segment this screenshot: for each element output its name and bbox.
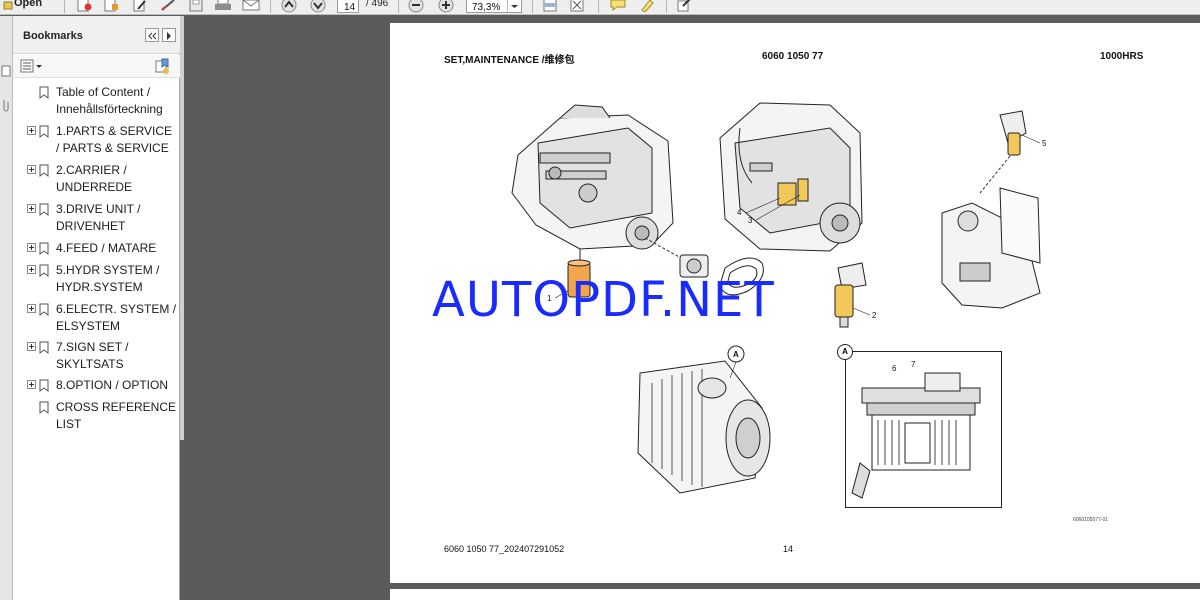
bookmark-icon <box>39 203 49 216</box>
bookmark-icon <box>39 125 49 138</box>
bookmark-label: 2.CARRIER / UNDERREDE <box>56 163 133 194</box>
toolbar-separator <box>532 0 533 13</box>
highlight-icon[interactable] <box>636 0 658 14</box>
bookmarks-header: Bookmarks <box>13 16 180 54</box>
expand-icon[interactable] <box>27 165 36 174</box>
fuel-filter-2 <box>834 262 867 328</box>
expand-icon[interactable] <box>27 380 36 389</box>
create-pdf-icon[interactable] <box>74 0 94 14</box>
svg-text:2: 2 <box>872 311 877 320</box>
svg-text:A: A <box>733 350 739 359</box>
fit-width-icon[interactable] <box>540 0 560 14</box>
toolbar-separator <box>598 0 599 13</box>
bookmark-icon <box>39 164 49 177</box>
email-icon[interactable] <box>240 0 262 14</box>
bookmark-label: 1.PARTS & SERVICE / PARTS & SERVICE <box>56 124 173 155</box>
bookmark-label: 4.FEED / MATARE <box>56 241 157 255</box>
print-icon[interactable] <box>212 0 234 14</box>
expand-icon[interactable] <box>27 243 36 252</box>
previous-page-icon[interactable] <box>279 0 299 14</box>
next-document-page <box>390 589 1200 600</box>
toolbar-separator <box>398 0 399 13</box>
expand-icon[interactable] <box>27 204 36 213</box>
comment-icon[interactable] <box>607 0 629 14</box>
bookmark-label: CROSS REFERENCE LIST <box>56 400 177 431</box>
expand-icon[interactable] <box>27 126 36 135</box>
chevron-down-icon[interactable] <box>507 0 521 12</box>
detail-a-frame <box>845 351 1002 508</box>
bookmark-icon <box>39 242 49 255</box>
new-bookmark-icon[interactable] <box>154 58 170 74</box>
toolbar-separator <box>64 0 65 13</box>
bookmarks-title: Bookmarks <box>23 30 83 42</box>
collapse-panel-icon[interactable] <box>145 28 159 42</box>
toolbar: Open 14 / 496 73,3% <box>0 0 1200 15</box>
panel-scrollbar[interactable] <box>180 16 184 440</box>
engine-drawing-center <box>719 102 863 252</box>
bookmark-label: 7.SIGN SET / SKYLTSATS <box>56 340 129 371</box>
air-cleaner-drawing <box>637 360 771 494</box>
svg-text:5: 5 <box>1042 139 1047 148</box>
engine-drawing-left <box>511 104 674 268</box>
zoom-out-icon[interactable] <box>406 0 426 14</box>
attachments-tab-icon[interactable] <box>1 98 11 117</box>
page-number-input[interactable]: 14 <box>337 0 359 13</box>
navigation-pane-strip <box>0 16 13 600</box>
expand-icon[interactable] <box>27 265 36 274</box>
detail-marker: A <box>837 344 853 360</box>
combine-icon[interactable] <box>101 0 121 14</box>
expand-icon[interactable] <box>27 342 36 351</box>
bookmarks-tab-icon[interactable] <box>1 64 11 82</box>
next-page-icon[interactable] <box>308 0 328 14</box>
footer-code: 6060 1050 77_202407291052 <box>444 544 565 554</box>
options-menu-icon[interactable] <box>20 59 44 74</box>
bookmark-icon <box>39 303 49 316</box>
bookmark-label: 3.DRIVE UNIT / DRIVENHET <box>56 202 141 233</box>
bookmarks-toolbar <box>13 55 180 78</box>
drawing-id: 6060105077-01 <box>1073 517 1109 523</box>
bookmark-icon <box>39 341 49 354</box>
open-button[interactable]: Open <box>14 0 42 9</box>
fit-page-icon[interactable] <box>567 0 587 14</box>
edit-icon[interactable] <box>130 0 150 14</box>
bookmark-label: 5.HYDR SYSTEM / HYDR.SYSTEM <box>56 263 160 294</box>
expand-icon[interactable] <box>27 304 36 313</box>
sensor-part <box>999 110 1027 156</box>
toolbar-separator <box>666 0 667 13</box>
cab-assembly <box>941 187 1041 309</box>
zoom-in-icon[interactable] <box>436 0 456 14</box>
watermark-text: AUTOPDF.NET <box>432 272 775 328</box>
open-icon[interactable] <box>2 0 14 14</box>
bookmark-icon <box>39 401 49 414</box>
toolbar-separator <box>270 0 271 13</box>
svg-text:3: 3 <box>748 216 753 225</box>
footer-page-number: 14 <box>783 544 794 554</box>
zoom-value: 73,3% <box>472 2 501 13</box>
zoom-select[interactable]: 73,3% <box>466 0 522 13</box>
save-icon[interactable] <box>186 0 206 14</box>
bookmark-label: 6.ELECTR. SYSTEM / ELSYSTEM <box>56 302 177 333</box>
bookmark-icon <box>39 264 49 277</box>
bookmarks-panel: Bookmarks Table of Content / Innehållsfö… <box>13 16 180 600</box>
bookmark-icon <box>39 379 49 392</box>
bookmark-label: 8.OPTION / OPTION <box>56 378 169 392</box>
page-total-label: / 496 <box>366 0 389 9</box>
sign-icon[interactable] <box>158 0 178 14</box>
bookmark-label: Table of Content / Innehållsförteckning <box>56 85 163 116</box>
svg-text:4: 4 <box>737 208 742 217</box>
bookmark-icon <box>39 86 49 99</box>
share-icon[interactable] <box>674 0 694 14</box>
chevron-right-icon[interactable] <box>162 28 176 42</box>
